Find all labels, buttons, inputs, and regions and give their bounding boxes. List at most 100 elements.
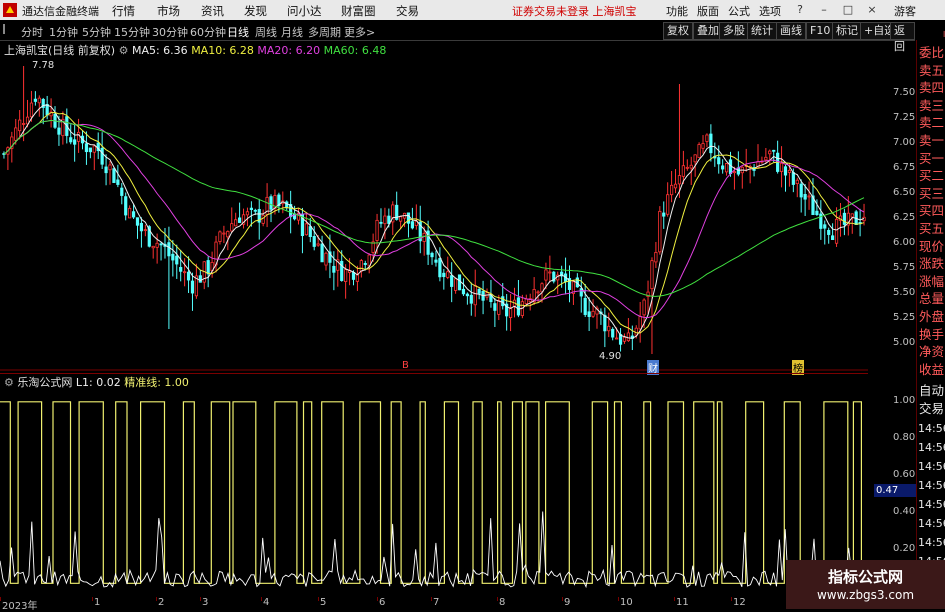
menu-market[interactable]: 市场 xyxy=(157,3,180,19)
auto-trade-button[interactable]: 自动 xyxy=(919,382,945,400)
candle-body xyxy=(399,216,403,222)
app-title: 通达信金融终端 xyxy=(22,5,99,18)
indicator-chart[interactable] xyxy=(0,373,868,595)
minimize-icon[interactable]: – xyxy=(816,2,832,18)
ma5-line xyxy=(3,104,865,339)
candle-body xyxy=(249,207,253,210)
candle-body xyxy=(245,211,250,216)
candle-body xyxy=(112,168,116,183)
x-tick-mark xyxy=(497,597,498,601)
menu-ask[interactable]: 问小达 xyxy=(287,3,322,19)
candle-body xyxy=(261,214,265,224)
period-weekly[interactable]: 周线 xyxy=(255,24,277,40)
period-60min[interactable]: 60分钟 xyxy=(190,24,226,40)
candle-body xyxy=(791,172,795,185)
quote-label: 买五 xyxy=(919,221,945,236)
buy-marker[interactable]: B xyxy=(402,360,409,371)
mark-button[interactable]: 标记 xyxy=(832,22,862,40)
menu-formula[interactable]: 公式 xyxy=(728,3,750,19)
x-axis: 2023年 1 2 3 4 5 6 7 8 9 10 11 12 xyxy=(0,597,868,612)
quote-label: 买一 xyxy=(919,150,945,166)
indicator-legend: ⚙ 乐淘公式网 L1: 0.02 精准线: 1.00 xyxy=(4,374,189,390)
quote-label: 委比 xyxy=(919,45,945,60)
candle-body xyxy=(379,221,383,224)
menu-trade[interactable]: 交易 xyxy=(396,3,419,19)
candle-body xyxy=(104,166,108,174)
quote-label: 卖二 xyxy=(919,115,945,131)
candle-body xyxy=(807,195,811,198)
candle-body xyxy=(465,293,469,297)
candle-body xyxy=(764,156,768,161)
ma20-label: MA20: 6.20 xyxy=(257,44,321,57)
candle-body xyxy=(473,285,477,306)
candle-body xyxy=(135,217,140,226)
menu-functions[interactable]: 功能 xyxy=(666,3,688,19)
menu-hangqing[interactable]: 行情 xyxy=(112,3,135,19)
quote-label: 卖五 xyxy=(919,62,945,78)
menu-options[interactable]: 选项 xyxy=(759,3,781,19)
candle-body xyxy=(316,243,320,246)
price-tick-label: 5.25 xyxy=(893,312,916,323)
candle-body xyxy=(831,235,835,241)
price-tick-label: 6.00 xyxy=(893,237,916,248)
candle-body xyxy=(842,212,847,225)
price-tick-label: 6.25 xyxy=(893,212,916,223)
help-icon[interactable]: ? xyxy=(792,2,808,18)
candle-body xyxy=(269,196,273,210)
period-monthly[interactable]: 月线 xyxy=(281,24,303,40)
candle-body xyxy=(654,252,658,263)
candle-body xyxy=(14,127,18,141)
candle-body xyxy=(693,154,697,163)
candle-body xyxy=(73,139,77,145)
candle-body xyxy=(234,219,238,227)
candle-body xyxy=(666,194,670,215)
candle-body xyxy=(45,104,49,116)
draw-button[interactable]: 画线 xyxy=(776,22,806,40)
quote-label: 收益 xyxy=(919,361,945,377)
close-icon[interactable]: × xyxy=(864,2,880,18)
f10-button[interactable]: F10 xyxy=(806,22,835,40)
multi-stock-button[interactable]: 多股 xyxy=(719,22,749,40)
candle-body xyxy=(430,252,434,258)
menu-layout[interactable]: 版面 xyxy=(697,3,719,19)
period-daily[interactable]: 日线 xyxy=(227,24,249,40)
candle-body xyxy=(709,133,713,154)
x-tick-mark xyxy=(200,597,201,601)
x-tick-mark xyxy=(156,597,157,601)
menu-news[interactable]: 资讯 xyxy=(201,3,224,19)
candle-body xyxy=(124,196,128,216)
low-price-annotation: 4.90 xyxy=(599,351,622,362)
menu-discover[interactable]: 发现 xyxy=(244,3,267,19)
candle-body xyxy=(603,314,607,332)
settings-gear-icon[interactable]: ⚙ xyxy=(119,44,129,57)
x-tick-label: 8 xyxy=(499,597,506,608)
ma60-line xyxy=(3,119,865,297)
stats-button[interactable]: 统计 xyxy=(747,22,777,40)
period-timeshare[interactable]: 分时 xyxy=(21,24,43,40)
kline-chart[interactable] xyxy=(0,41,868,371)
period-5min[interactable]: 5分钟 xyxy=(82,24,111,40)
menu-wealth[interactable]: 财富圈 xyxy=(341,3,376,19)
period-30min[interactable]: 30分钟 xyxy=(152,24,188,40)
candle-body xyxy=(587,311,591,317)
back-button[interactable]: 返回 xyxy=(890,22,915,53)
period-15min[interactable]: 15分钟 xyxy=(114,24,150,40)
x-tick-label: 7 xyxy=(433,597,440,608)
user-label[interactable]: 游客 xyxy=(894,3,916,19)
candle-body xyxy=(359,260,363,272)
maximize-icon[interactable]: □ xyxy=(840,2,856,18)
period-1min[interactable]: 1分钟 xyxy=(49,24,78,40)
price-tick-label: 6.75 xyxy=(893,162,916,173)
candle-body xyxy=(497,300,501,315)
candle-body xyxy=(450,275,454,287)
auto-trade-button[interactable]: 交易 xyxy=(919,400,945,418)
trade-time: 14:56 xyxy=(918,498,945,511)
period-multi[interactable]: 多周期 xyxy=(308,24,341,40)
adjust-button[interactable]: 复权 xyxy=(663,22,693,40)
candle-body xyxy=(312,236,316,247)
indicator-gear-icon[interactable]: ⚙ xyxy=(4,376,14,389)
price-tick-label: 7.25 xyxy=(893,112,916,123)
trade-time: 14:56 xyxy=(918,517,945,530)
quote-label: 卖四 xyxy=(919,80,945,96)
period-more[interactable]: 更多> xyxy=(344,24,375,40)
